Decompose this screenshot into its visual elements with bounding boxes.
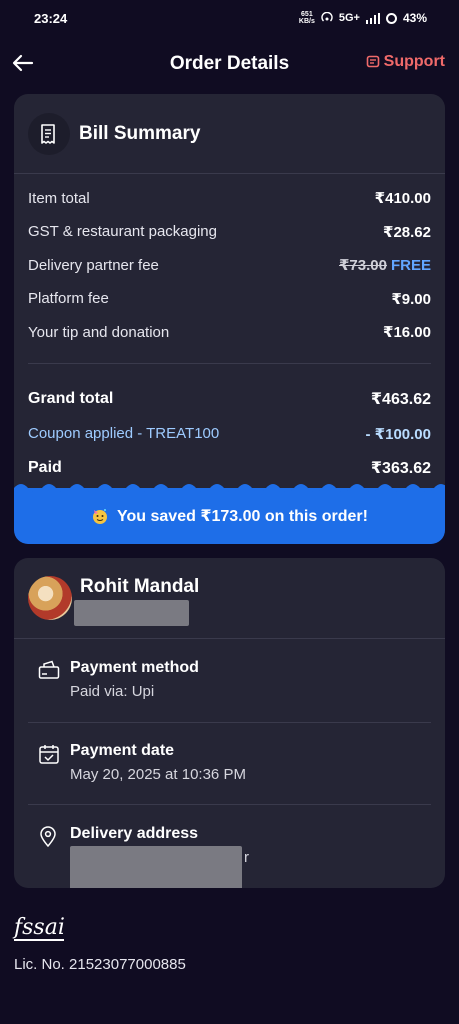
network-speed: 651 KB/s bbox=[298, 11, 315, 25]
hotspot-icon bbox=[321, 12, 333, 22]
row-value: ₹9.00 bbox=[391, 290, 431, 308]
customer-details: Rohit Mandal bbox=[74, 576, 200, 626]
bill-row-platform-fee: Platform fee ₹9.00 bbox=[28, 282, 431, 315]
bill-row-gst: GST & restaurant packaging ₹28.62 bbox=[28, 215, 431, 248]
coupon-row: Coupon applied - TREAT100 - ₹100.00 bbox=[28, 416, 431, 451]
grand-total-value: ₹463.62 bbox=[370, 391, 431, 408]
bill-rows: Item total ₹410.00 GST & restaurant pack… bbox=[28, 181, 431, 485]
payment-method-section: Payment method Paid via: Upi bbox=[14, 658, 445, 700]
back-arrow-icon bbox=[12, 54, 34, 72]
savings-text: You saved ₹173.00 on this order! bbox=[117, 508, 368, 525]
redacted-address bbox=[70, 846, 242, 888]
row-label: Your tip and donation bbox=[28, 323, 170, 341]
payment-method-title: Payment method bbox=[70, 659, 199, 676]
bill-row-tip: Your tip and donation ₹16.00 bbox=[28, 315, 431, 349]
battery-level: 43% bbox=[402, 11, 427, 25]
row-value: ₹28.62 bbox=[383, 223, 431, 241]
delivery-address-title: Delivery address bbox=[70, 825, 199, 842]
bill-divider bbox=[28, 363, 431, 364]
top-bar: Order Details Support bbox=[0, 36, 459, 92]
info-divider bbox=[28, 722, 431, 723]
signal-icon bbox=[365, 12, 380, 24]
location-icon-wrap bbox=[28, 824, 70, 866]
paid-label: Paid bbox=[28, 459, 62, 476]
payment-method-value: Paid via: Upi bbox=[70, 683, 155, 700]
info-divider bbox=[28, 804, 431, 805]
network-type: 5G+ bbox=[338, 12, 360, 24]
calendar-icon bbox=[39, 745, 59, 764]
status-time: 23:24 bbox=[34, 10, 68, 26]
payment-date-title: Payment date bbox=[70, 742, 175, 759]
support-label: Support bbox=[383, 53, 445, 70]
paid-value: ₹363.62 bbox=[370, 460, 431, 477]
support-chat-icon bbox=[366, 55, 379, 68]
row-label: Platform fee bbox=[28, 290, 109, 307]
card-icon-wrap bbox=[28, 658, 70, 700]
coupon-value: - ₹100.00 bbox=[365, 425, 431, 443]
avatar bbox=[28, 576, 72, 620]
delivery-address-text: Delivery address r bbox=[70, 824, 249, 888]
grand-total-row: Grand total ₹463.62 bbox=[28, 382, 431, 416]
location-pin-icon bbox=[40, 826, 56, 848]
calendar-icon-wrap bbox=[28, 741, 70, 783]
row-value: ₹410.00 bbox=[374, 190, 431, 207]
grand-total-label: Grand total bbox=[28, 390, 114, 407]
bill-row-item-total: Item total ₹410.00 bbox=[28, 181, 431, 215]
customer-row: Rohit Mandal bbox=[14, 558, 445, 639]
redacted-phone bbox=[74, 600, 189, 626]
license-number: Lic. No. 21523077000885 bbox=[14, 956, 186, 973]
delivery-address-section: Delivery address r bbox=[14, 824, 445, 888]
row-value: ₹16.00 bbox=[383, 324, 431, 341]
row-label: Item total bbox=[28, 189, 90, 207]
row-label: GST & restaurant packaging bbox=[28, 223, 217, 240]
payment-method-text: Payment method Paid via: Upi bbox=[70, 658, 199, 700]
party-emoji-icon bbox=[93, 509, 108, 524]
battery-icon bbox=[385, 12, 397, 24]
bill-summary-card: Bill Summary Item total ₹410.00 GST & re… bbox=[14, 94, 445, 544]
free-badge: FREE bbox=[390, 257, 431, 274]
bill-summary-header: Bill Summary bbox=[14, 94, 445, 174]
receipt-icon bbox=[41, 123, 55, 144]
payment-date-section: Payment date May 20, 2025 at 10:36 PM bbox=[14, 741, 445, 783]
support-button[interactable]: Support bbox=[366, 53, 445, 71]
payment-date-text: Payment date May 20, 2025 at 10:36 PM bbox=[70, 741, 246, 783]
savings-banner: You saved ₹173.00 on this order! bbox=[14, 484, 445, 544]
coupon-label: Coupon applied - TREAT100 bbox=[28, 425, 220, 442]
back-button[interactable] bbox=[10, 50, 36, 76]
status-icons: 651 KB/s 5G+ 43% bbox=[299, 11, 427, 25]
customer-name: Rohit Mandal bbox=[80, 576, 200, 597]
fssai-logo-underline bbox=[14, 939, 64, 941]
order-info-card: Rohit Mandal Payment method Paid via: Up… bbox=[14, 558, 445, 888]
bill-icon-container bbox=[28, 112, 70, 155]
row-label: Delivery partner fee bbox=[28, 256, 159, 274]
original-fee: ₹73.00 bbox=[339, 257, 387, 274]
fssai-logo: fssai bbox=[14, 915, 65, 940]
row-value-group: ₹73.00 FREE bbox=[339, 256, 431, 274]
card-icon bbox=[38, 660, 60, 679]
payment-date-value: May 20, 2025 at 10:36 PM bbox=[70, 766, 246, 783]
bill-summary-title: Bill Summary bbox=[79, 122, 201, 144]
status-bar: 23:24 651 KB/s 5G+ 43% bbox=[0, 0, 459, 36]
wave-edge bbox=[14, 484, 445, 492]
bill-row-delivery-fee: Delivery partner fee ₹73.00 FREE bbox=[28, 248, 431, 282]
